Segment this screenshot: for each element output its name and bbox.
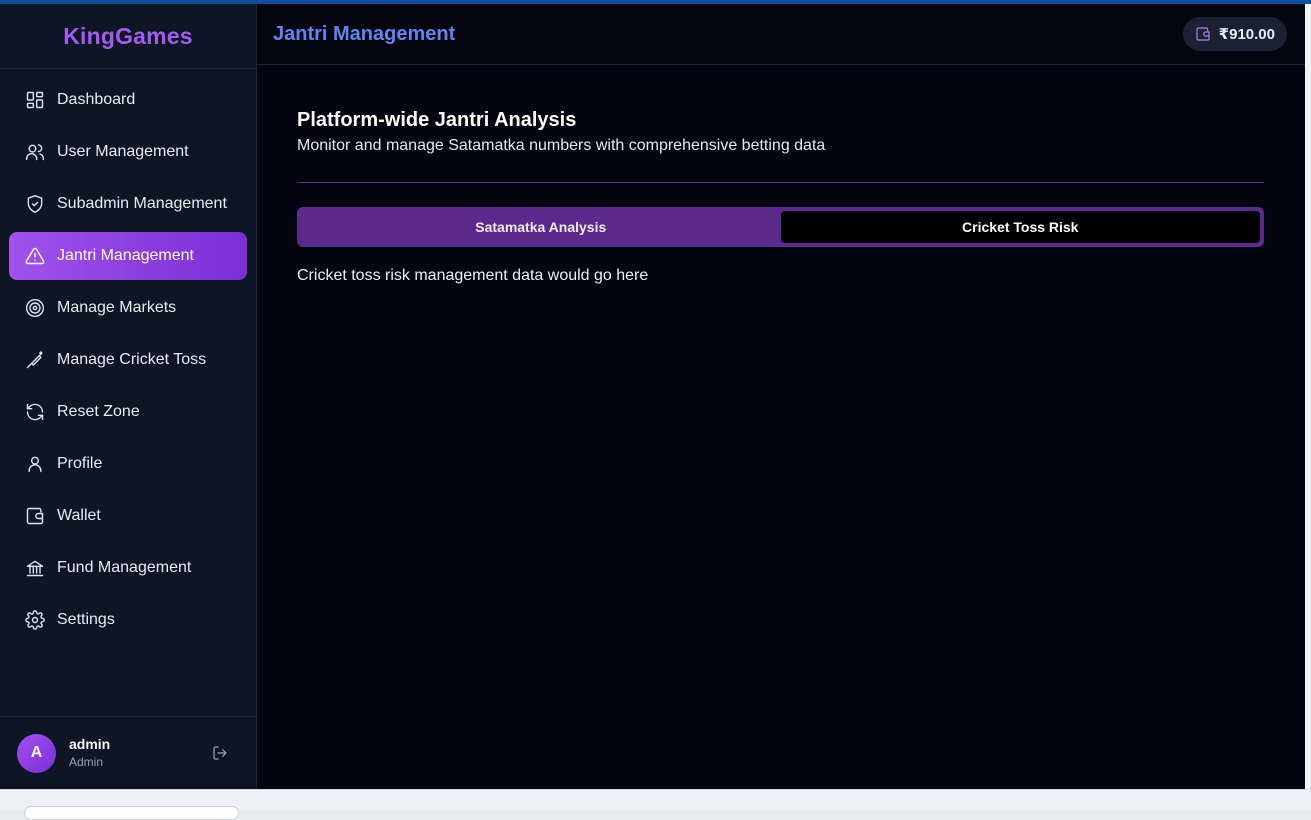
tab-panel-text: Cricket toss risk management data would … [297, 267, 649, 284]
os-taskbar [0, 789, 1311, 820]
sidebar-item-label: Subadmin Management [57, 195, 227, 212]
wallet-balance-amount: ₹910.00 [1218, 26, 1275, 43]
sidebar-item-user-management[interactable]: User Management [9, 128, 247, 176]
gear-icon [25, 610, 45, 630]
sidebar-item-wallet[interactable]: Wallet [9, 492, 247, 540]
user-icon [25, 454, 45, 474]
page-header-title: Jantri Management [273, 22, 456, 45]
sidebar-item-label: Settings [57, 611, 115, 628]
shield-check-icon [25, 194, 45, 214]
sidebar-item-manage-markets[interactable]: Manage Markets [9, 284, 247, 332]
sidebar-item-label: Fund Management [57, 559, 192, 576]
avatar[interactable]: A [17, 733, 56, 773]
taskbar-search-box[interactable] [24, 806, 239, 820]
sidebar-item-manage-cricket-toss[interactable]: Manage Cricket Toss [9, 336, 247, 384]
app-window: KingGames Dashboard User Management Suba… [0, 4, 1305, 789]
main-area: Jantri Management ₹910.00 Platform-wide … [257, 4, 1305, 789]
tab-satamatka-analysis[interactable]: Satamatka Analysis [301, 211, 781, 243]
user-name: admin [69, 736, 111, 753]
wallet-icon [25, 506, 45, 526]
sidebar-item-label: Reset Zone [57, 403, 140, 420]
sidebar-item-label: Manage Cricket Toss [57, 351, 207, 368]
refresh-icon [25, 402, 45, 422]
sidebar-item-jantri-management[interactable]: Jantri Management [9, 232, 247, 280]
target-icon [25, 298, 45, 318]
tab-cricket-toss-risk[interactable]: Cricket Toss Risk [780, 211, 1260, 243]
sidebar-item-settings[interactable]: Settings [9, 596, 247, 644]
sidebar-item-label: User Management [57, 143, 189, 160]
sidebar-item-label: Dashboard [57, 91, 136, 108]
sidebar-item-fund-management[interactable]: Fund Management [9, 544, 247, 592]
window-edge [1305, 4, 1311, 789]
top-header: Jantri Management ₹910.00 [257, 4, 1305, 65]
sidebar-nav: Dashboard User Management Subadmin Manag… [0, 69, 256, 644]
dashboard-icon [25, 90, 45, 110]
warning-triangle-icon [25, 246, 45, 266]
bank-icon [25, 558, 45, 578]
wallet-icon [1195, 26, 1211, 42]
section-title: Platform-wide Jantri Analysis [297, 109, 577, 131]
user-role: Admin [69, 755, 104, 770]
divider [297, 182, 1264, 183]
sidebar-item-dashboard[interactable]: Dashboard [9, 76, 247, 124]
sidebar-item-label: Profile [57, 455, 103, 472]
sidebar-item-subadmin-management[interactable]: Subadmin Management [9, 180, 247, 228]
section-subtitle: Monitor and manage Satamatka numbers wit… [297, 137, 826, 154]
users-icon [25, 142, 45, 162]
analysis-tabs: Satamatka Analysis Cricket Toss Risk [297, 207, 1264, 247]
sidebar-item-label: Wallet [57, 507, 101, 524]
logout-icon[interactable] [212, 745, 228, 761]
brand-logo[interactable]: KingGames [0, 4, 256, 69]
current-user: A admin Admin [0, 716, 256, 789]
sidebar-item-reset-zone[interactable]: Reset Zone [9, 388, 247, 436]
wallet-balance-badge[interactable]: ₹910.00 [1182, 17, 1287, 51]
sidebar: KingGames Dashboard User Management Suba… [0, 4, 257, 789]
sidebar-item-label: Manage Markets [57, 299, 177, 316]
user-meta: admin Admin [69, 736, 110, 770]
cricket-bat-icon [25, 350, 45, 370]
sidebar-item-profile[interactable]: Profile [9, 440, 247, 488]
sidebar-item-label: Jantri Management [57, 247, 194, 264]
page-content: Platform-wide Jantri Analysis Monitor an… [257, 65, 1305, 285]
